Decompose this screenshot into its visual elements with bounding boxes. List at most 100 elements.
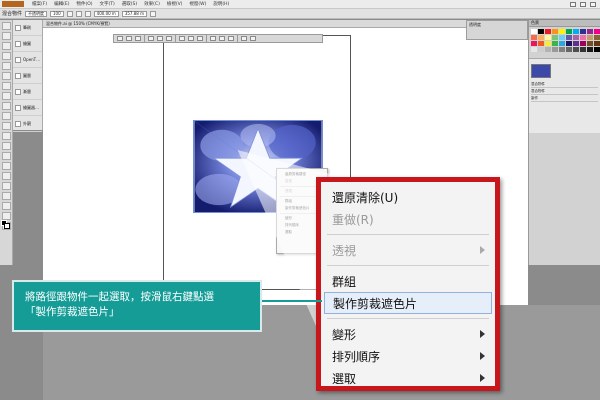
swatch[interactable] [566,29,572,34]
minimize-button[interactable] [570,1,576,7]
align-center-icon[interactable] [126,36,132,41]
menu-item-select[interactable]: 選取 [321,367,495,389]
swatch[interactable] [580,35,586,40]
menu-view[interactable]: 檢視(V) [167,1,183,7]
align-middle-icon[interactable] [157,36,163,41]
pencil-tool-icon[interactable] [1,102,11,110]
swatch[interactable] [580,47,586,52]
swatch[interactable] [594,35,600,40]
align-right-icon[interactable] [135,36,141,41]
distribute-top-icon[interactable] [179,36,185,41]
rotate-tool-icon[interactable] [1,122,11,130]
swatch[interactable] [573,41,579,46]
warp-tool-icon[interactable] [1,142,11,150]
menu-help[interactable]: 說明(H) [213,1,229,7]
menu-effect[interactable]: 效果(C) [144,1,160,7]
layer-thumbnail[interactable] [531,64,551,78]
menu-object[interactable]: 物件(O) [76,1,92,7]
layer-row[interactable]: 混合物件 [531,81,598,88]
swatch[interactable] [573,29,579,34]
gradient-tool-icon[interactable] [1,192,11,200]
magic-wand-tool-icon[interactable] [1,42,11,50]
stroke-select[interactable]: 不透明度 [25,10,48,17]
hand-tool-icon[interactable] [1,212,11,220]
panel-tab[interactable]: 透明度 [467,21,527,29]
panel-gradient[interactable]: 漸層 [13,84,42,100]
swatch[interactable] [573,35,579,40]
maximize-button[interactable] [580,1,586,7]
panel-drawing[interactable]: 繪圖器… [13,100,42,116]
swatch[interactable] [538,41,544,46]
menu-item-transform[interactable]: 變形 [321,323,495,345]
menu-type[interactable]: 文字(T) [100,1,115,7]
swatch[interactable] [573,47,579,52]
swatch[interactable] [552,41,558,46]
menu-window[interactable]: 視窗(W) [189,1,206,7]
menu-item-redo[interactable]: 重做(R) [321,208,495,230]
direct-selection-tool-icon[interactable] [1,32,11,40]
menu-file[interactable]: 檔案(F) [32,1,47,7]
layer-row[interactable]: 混合物件 [531,88,598,95]
menu-item-group[interactable]: 群組 [321,270,495,292]
transform-button[interactable] [150,10,156,17]
distribute-right-icon[interactable] [228,36,234,41]
menu-select[interactable]: 選取(S) [122,1,137,7]
swatch[interactable] [545,29,551,34]
menu-edit[interactable]: 編輯(E) [54,1,69,7]
swatch[interactable] [587,29,593,34]
line-tool-icon[interactable] [1,72,11,80]
menu-item-make-clipping-mask[interactable]: 製作剪裁遮色片 [324,292,492,314]
close-button[interactable] [590,1,596,7]
swatch[interactable] [545,35,551,40]
graph-tool-icon[interactable] [1,172,11,180]
swatch[interactable] [552,29,558,34]
y-coordinate-input[interactable]: 357.88 m [121,10,147,17]
eyedropper-tool-icon[interactable] [1,202,11,210]
rectangle-tool-icon[interactable] [1,82,11,90]
recolor-button[interactable] [75,10,82,17]
distribute-middle-icon[interactable] [188,36,194,41]
fill-stroke-swatch[interactable] [1,220,11,230]
scale-tool-icon[interactable] [1,132,11,140]
spacing-icon[interactable] [250,36,256,41]
mesh-tool-icon[interactable] [1,182,11,190]
swatch[interactable] [566,41,572,46]
distribute-bottom-icon[interactable] [197,36,203,41]
swatch[interactable] [559,47,565,52]
stroke-color-icon[interactable] [4,223,10,229]
swatch[interactable] [587,41,593,46]
x-coordinate-input[interactable]: 400.00 m [93,10,119,17]
swatches-panel-header[interactable]: 色票 [529,20,600,27]
style-button[interactable] [66,10,73,17]
type-tool-icon[interactable] [1,62,11,70]
menu-item-perspective[interactable]: 透視 [321,239,495,261]
swatch[interactable] [594,29,600,34]
swatch[interactable] [545,47,551,52]
swatch[interactable] [552,35,558,40]
distribute-center-icon[interactable] [219,36,225,41]
swatch[interactable] [538,47,544,52]
swatch[interactable] [531,35,537,40]
panel-brushes[interactable]: 筆刷 [13,20,42,36]
align-top-icon[interactable] [148,36,154,41]
swatch[interactable] [538,29,544,34]
pen-tool-icon[interactable] [1,52,11,60]
swatch[interactable] [545,41,551,46]
align-left-icon[interactable] [117,36,123,41]
swatch[interactable] [587,47,593,52]
swatch[interactable] [566,47,572,52]
swatch[interactable] [594,47,600,52]
panel-layers[interactable]: 圖層 [13,68,42,84]
eraser-tool-icon[interactable] [1,112,11,120]
swatch[interactable] [531,47,537,52]
distribute-left-icon[interactable] [210,36,216,41]
align-to-icon[interactable] [241,36,247,41]
menu-item-arrange[interactable]: 排列順序 [321,345,495,367]
panel-graphics[interactable]: 繪圖 [13,36,42,52]
align-button[interactable] [84,10,91,17]
panel-appearance[interactable]: 外觀 [13,116,42,132]
menu-item-undo-clear[interactable]: 還原清除(U) [321,186,495,208]
layer-row[interactable]: 製作 [531,95,598,102]
opacity-input[interactable]: 100 [50,10,64,17]
swatch[interactable] [552,47,558,52]
